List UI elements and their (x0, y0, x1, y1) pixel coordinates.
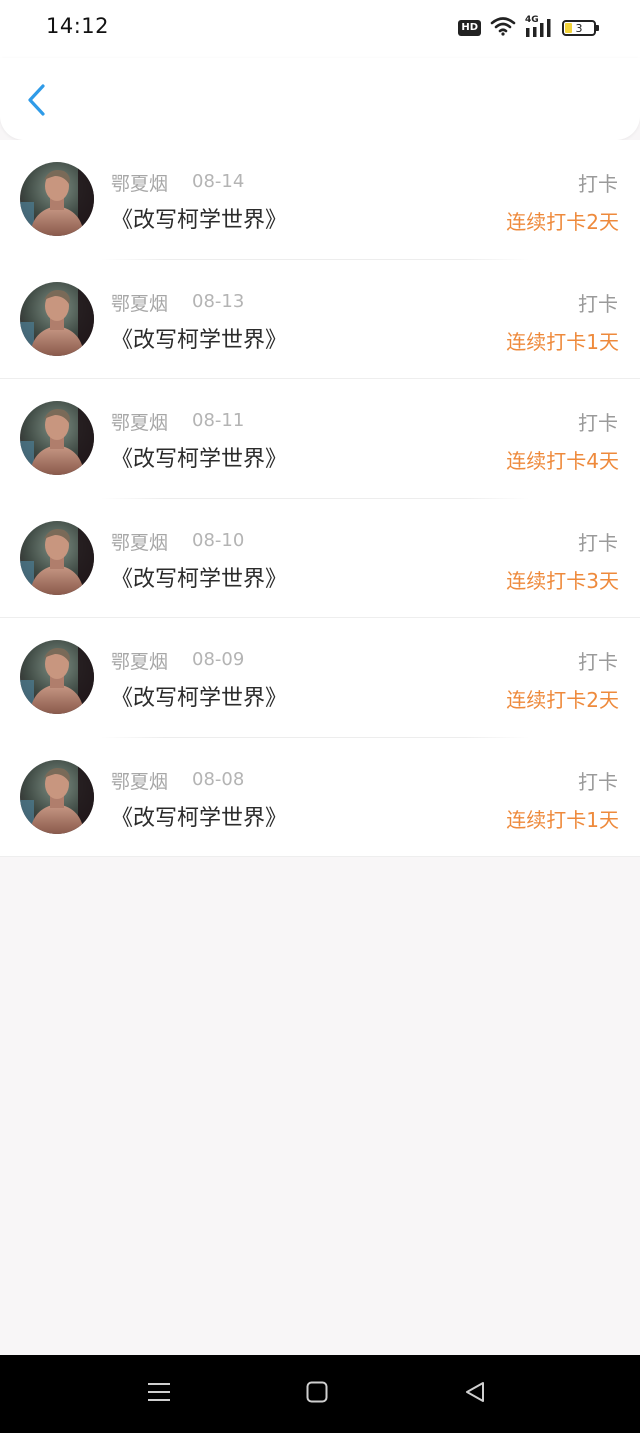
user-name: 鄂夏烟 (111, 770, 169, 793)
book-title: 《改写柯学世界》 (111, 327, 288, 353)
system-navigation-bar (0, 1355, 640, 1433)
streak-label: 连续打卡2天 (506, 688, 619, 712)
user-name: 鄂夏烟 (111, 531, 169, 554)
checkin-type: 打卡 (578, 291, 618, 316)
checkin-date: 08-10 (192, 529, 245, 551)
checkin-type: 打卡 (578, 411, 618, 435)
avatar (20, 401, 94, 475)
checkin-date: 08-13 (192, 290, 245, 312)
back-triangle-icon (463, 1380, 487, 1408)
book-title: 《改写柯学世界》 (111, 208, 288, 233)
back-nav-button[interactable] (460, 1379, 490, 1409)
list-item[interactable]: 鄂夏烟 08-11 《改写柯学世界》 打卡 连续打卡4天 (0, 379, 640, 499)
streak-label: 连续打卡3天 (506, 568, 619, 593)
status-bar: 14:12 HD 4G 3 (0, 0, 640, 58)
avatar (20, 520, 94, 595)
streak-label: 连续打卡4天 (506, 449, 619, 473)
status-icons: HD 4G 3 (458, 15, 599, 40)
list-item[interactable]: 鄂夏烟 08-08 《改写柯学世界》 打卡 连续打卡1天 (0, 738, 640, 857)
avatar (20, 640, 94, 714)
user-name: 鄂夏烟 (111, 292, 169, 315)
user-name: 鄂夏烟 (111, 651, 169, 673)
menu-icon (146, 1380, 172, 1408)
book-title: 《改写柯学世界》 (111, 447, 288, 472)
signal-icon: 4G (525, 15, 553, 39)
book-title: 《改写柯学世界》 (111, 566, 288, 592)
list-item[interactable]: 鄂夏烟 08-10 《改写柯学世界》 打卡 连续打卡3天 (0, 499, 640, 618)
back-button[interactable] (16, 80, 56, 124)
battery-icon: 3 (562, 20, 599, 36)
checkin-type: 打卡 (578, 530, 618, 555)
checkin-type: 打卡 (578, 172, 618, 196)
streak-label: 连续打卡1天 (506, 329, 619, 354)
home-button[interactable] (302, 1379, 332, 1409)
streak-label: 连续打卡2天 (506, 210, 619, 234)
checkin-date: 08-08 (192, 768, 245, 790)
user-name: 鄂夏烟 (111, 173, 169, 195)
hd-badge: HD (458, 20, 481, 36)
nav-header (0, 58, 640, 140)
user-name: 鄂夏烟 (111, 412, 169, 434)
checkin-date: 08-09 (192, 649, 245, 670)
chevron-left-icon (25, 83, 47, 121)
avatar (20, 759, 94, 834)
streak-label: 连续打卡1天 (506, 807, 619, 832)
checkin-type: 打卡 (578, 769, 618, 794)
home-square-icon (305, 1380, 329, 1408)
checkin-type: 打卡 (578, 650, 618, 674)
book-title: 《改写柯学世界》 (111, 805, 288, 831)
battery-level: 3 (575, 21, 583, 35)
checkin-list: 鄂夏烟 08-14 《改写柯学世界》 打卡 连续打卡2天 鄂夏烟 08-13 《… (0, 140, 640, 857)
divider (0, 856, 640, 857)
book-title: 《改写柯学世界》 (111, 686, 288, 711)
checkin-date: 08-11 (192, 410, 245, 431)
list-item[interactable]: 鄂夏烟 08-13 《改写柯学世界》 打卡 连续打卡1天 (0, 260, 640, 379)
status-time: 14:12 (46, 14, 110, 38)
wifi-icon (490, 16, 516, 40)
checkin-date: 08-14 (192, 171, 245, 192)
list-item[interactable]: 鄂夏烟 08-14 《改写柯学世界》 打卡 连续打卡2天 (0, 140, 640, 260)
menu-button[interactable] (144, 1379, 174, 1409)
avatar (20, 162, 94, 236)
list-item[interactable]: 鄂夏烟 08-09 《改写柯学世界》 打卡 连续打卡2天 (0, 618, 640, 738)
avatar (20, 281, 94, 356)
